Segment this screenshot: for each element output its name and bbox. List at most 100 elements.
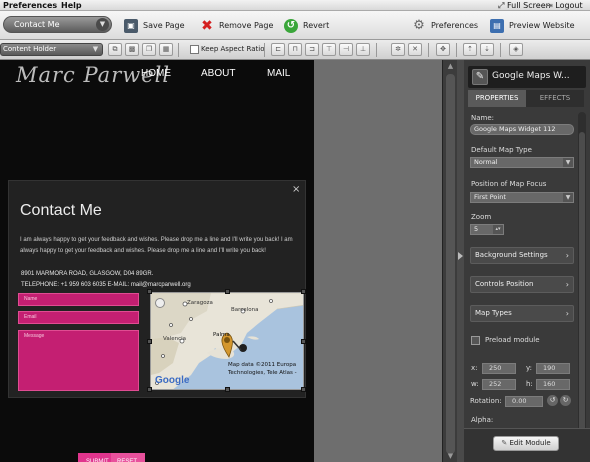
submit-button[interactable]: SUBMIT [78, 453, 111, 462]
page-select[interactable]: Contact Me ▼ [3, 16, 112, 33]
align-center-icon[interactable]: ⊓ [288, 43, 302, 56]
panel-scrollbar-thumb[interactable] [579, 132, 585, 432]
revert-button[interactable]: ↺ Revert [284, 17, 329, 34]
move-icon[interactable]: ✥ [436, 43, 450, 56]
zoom-value: 5 [474, 225, 479, 233]
dialog-text: I am always happy to get your feedback a… [20, 237, 293, 254]
keep-aspect-ratio-checkbox[interactable] [190, 45, 199, 54]
canvas-scrollbar[interactable]: ▲ ▼ [442, 60, 457, 462]
chevron-right-icon: › [565, 309, 569, 318]
resize-handle[interactable] [225, 387, 230, 392]
scroll-up-icon[interactable]: ▲ [446, 62, 455, 71]
map-copyright-2: Technologies, Tele Atlas - [228, 370, 297, 376]
nav-mail[interactable]: MAIL [267, 68, 290, 79]
align-top-icon[interactable]: ⊤ [322, 43, 336, 56]
email-field[interactable]: Email [18, 311, 139, 324]
save-page-button[interactable]: ▣ Save Page [124, 17, 185, 34]
toolbar-divider [178, 43, 179, 57]
focus-value: First Point [474, 193, 506, 201]
focus-select[interactable]: First Point ▼ [470, 192, 574, 203]
duplicate-icon[interactable]: ❐ [142, 43, 156, 56]
save-icon: ▣ [124, 18, 138, 33]
menu-preferences[interactable]: Preferences [3, 0, 57, 11]
tab-properties[interactable]: PROPERTIES [468, 90, 526, 107]
map-type-select[interactable]: Normal ▼ [470, 157, 574, 168]
resize-handle[interactable] [147, 387, 152, 392]
edit-icon: ✎ [501, 439, 508, 447]
full-screen-link[interactable]: ⤢ Full Screen [498, 0, 551, 11]
align-bottom-icon[interactable]: ⊥ [356, 43, 370, 56]
zoom-stepper[interactable]: 5 ▴▾ [470, 224, 504, 235]
controls-position-section[interactable]: Controls Position › [470, 276, 574, 293]
resize-handle[interactable] [301, 339, 306, 344]
bring-forward-icon[interactable]: ⇡ [463, 43, 477, 56]
layers-icon[interactable]: ◈ [509, 43, 523, 56]
editor-canvas[interactable]: Marc Parwell HOME ABOUT MAIL × Contact M… [0, 60, 314, 462]
menu-help[interactable]: Help [61, 0, 82, 11]
preload-label: Preload module [485, 336, 540, 344]
logout-link[interactable]: ⇥ Logout [546, 0, 583, 11]
rotate-left-icon[interactable]: ↺ [547, 395, 558, 406]
remove-page-button[interactable]: ✖ Remove Page [200, 17, 273, 34]
stepper-arrows-icon[interactable]: ▴▾ [493, 225, 503, 234]
resize-handle[interactable] [147, 339, 152, 344]
scroll-down-icon[interactable]: ▼ [446, 452, 455, 461]
name-field[interactable]: Name [18, 293, 139, 306]
panel-header: ✎ Google Maps W... [468, 66, 586, 88]
map-pan-control[interactable] [155, 298, 165, 308]
edit-module-button[interactable]: ✎ Edit Module [493, 436, 559, 451]
background-settings-section[interactable]: Background Settings › [470, 247, 574, 264]
zoom-label: Zoom [471, 213, 492, 221]
close-icon[interactable]: × [292, 184, 300, 195]
h-input[interactable]: 160 [536, 379, 570, 390]
rotation-input[interactable]: 0.00 [505, 396, 543, 407]
nav-home[interactable]: HOME [141, 68, 171, 79]
name-input[interactable]: Google Maps Widget 112 [470, 124, 574, 135]
content-holder-value: Content Holder [3, 45, 57, 53]
w-input[interactable]: 252 [482, 379, 516, 390]
map-label-valencia: Valencia [163, 336, 187, 342]
align-left-icon[interactable]: ⊏ [271, 43, 285, 56]
tab-effects[interactable]: EFFECTS [526, 90, 584, 107]
preview-website-button[interactable]: ▤ Preview Website [490, 17, 575, 34]
map-label-palma: Palma [213, 332, 230, 338]
align-middle-icon[interactable]: ⊣ [339, 43, 353, 56]
logout-label: Logout [555, 1, 583, 10]
reset-button[interactable]: RESET [111, 453, 145, 462]
revert-label: Revert [303, 21, 330, 30]
panel-divider[interactable] [457, 60, 464, 462]
align-right-icon[interactable]: ⊐ [305, 43, 319, 56]
google-map-widget[interactable]: Zaragoza Barcelona Valencia Palma Map da… [150, 292, 304, 390]
delete-icon[interactable]: ✕ [408, 43, 422, 56]
settings-icon[interactable]: ✲ [391, 43, 405, 56]
remove-icon: ✖ [201, 17, 213, 34]
background-settings-label: Background Settings [475, 251, 548, 259]
preferences-button[interactable]: ⚙ Preferences [412, 17, 478, 34]
nav-about[interactable]: ABOUT [201, 68, 235, 79]
send-backward-icon[interactable]: ⇣ [480, 43, 494, 56]
collapse-arrow-icon[interactable] [458, 252, 463, 260]
resize-handle[interactable] [301, 289, 306, 294]
chevron-down-icon: ▼ [96, 18, 109, 31]
resize-handle[interactable] [301, 387, 306, 392]
rotate-right-icon[interactable]: ↻ [560, 395, 571, 406]
scrollbar-thumb[interactable] [446, 74, 455, 454]
image-icon[interactable]: ▩ [125, 43, 139, 56]
resize-handle[interactable] [147, 289, 152, 294]
preview-icon: ▤ [490, 18, 504, 33]
toolbar-divider [500, 43, 501, 57]
w-label: w: [471, 380, 479, 388]
message-field[interactable]: Message [18, 330, 139, 391]
map-types-section[interactable]: Map Types › [470, 305, 574, 322]
panel-scrollbar[interactable] [578, 112, 586, 447]
resize-handle[interactable] [225, 289, 230, 294]
paste-icon[interactable]: ▦ [159, 43, 173, 56]
y-input[interactable]: 190 [536, 363, 570, 374]
x-input[interactable]: 250 [482, 363, 516, 374]
copy-icon[interactable]: ⧉ [108, 43, 122, 56]
preload-checkbox[interactable] [471, 336, 480, 345]
content-holder-select[interactable]: Content Holder ▼ [0, 43, 103, 56]
keep-aspect-ratio-label: Keep Aspect Ratio [201, 45, 265, 53]
x-label: x: [471, 364, 478, 372]
full-screen-label: Full Screen [506, 1, 551, 10]
